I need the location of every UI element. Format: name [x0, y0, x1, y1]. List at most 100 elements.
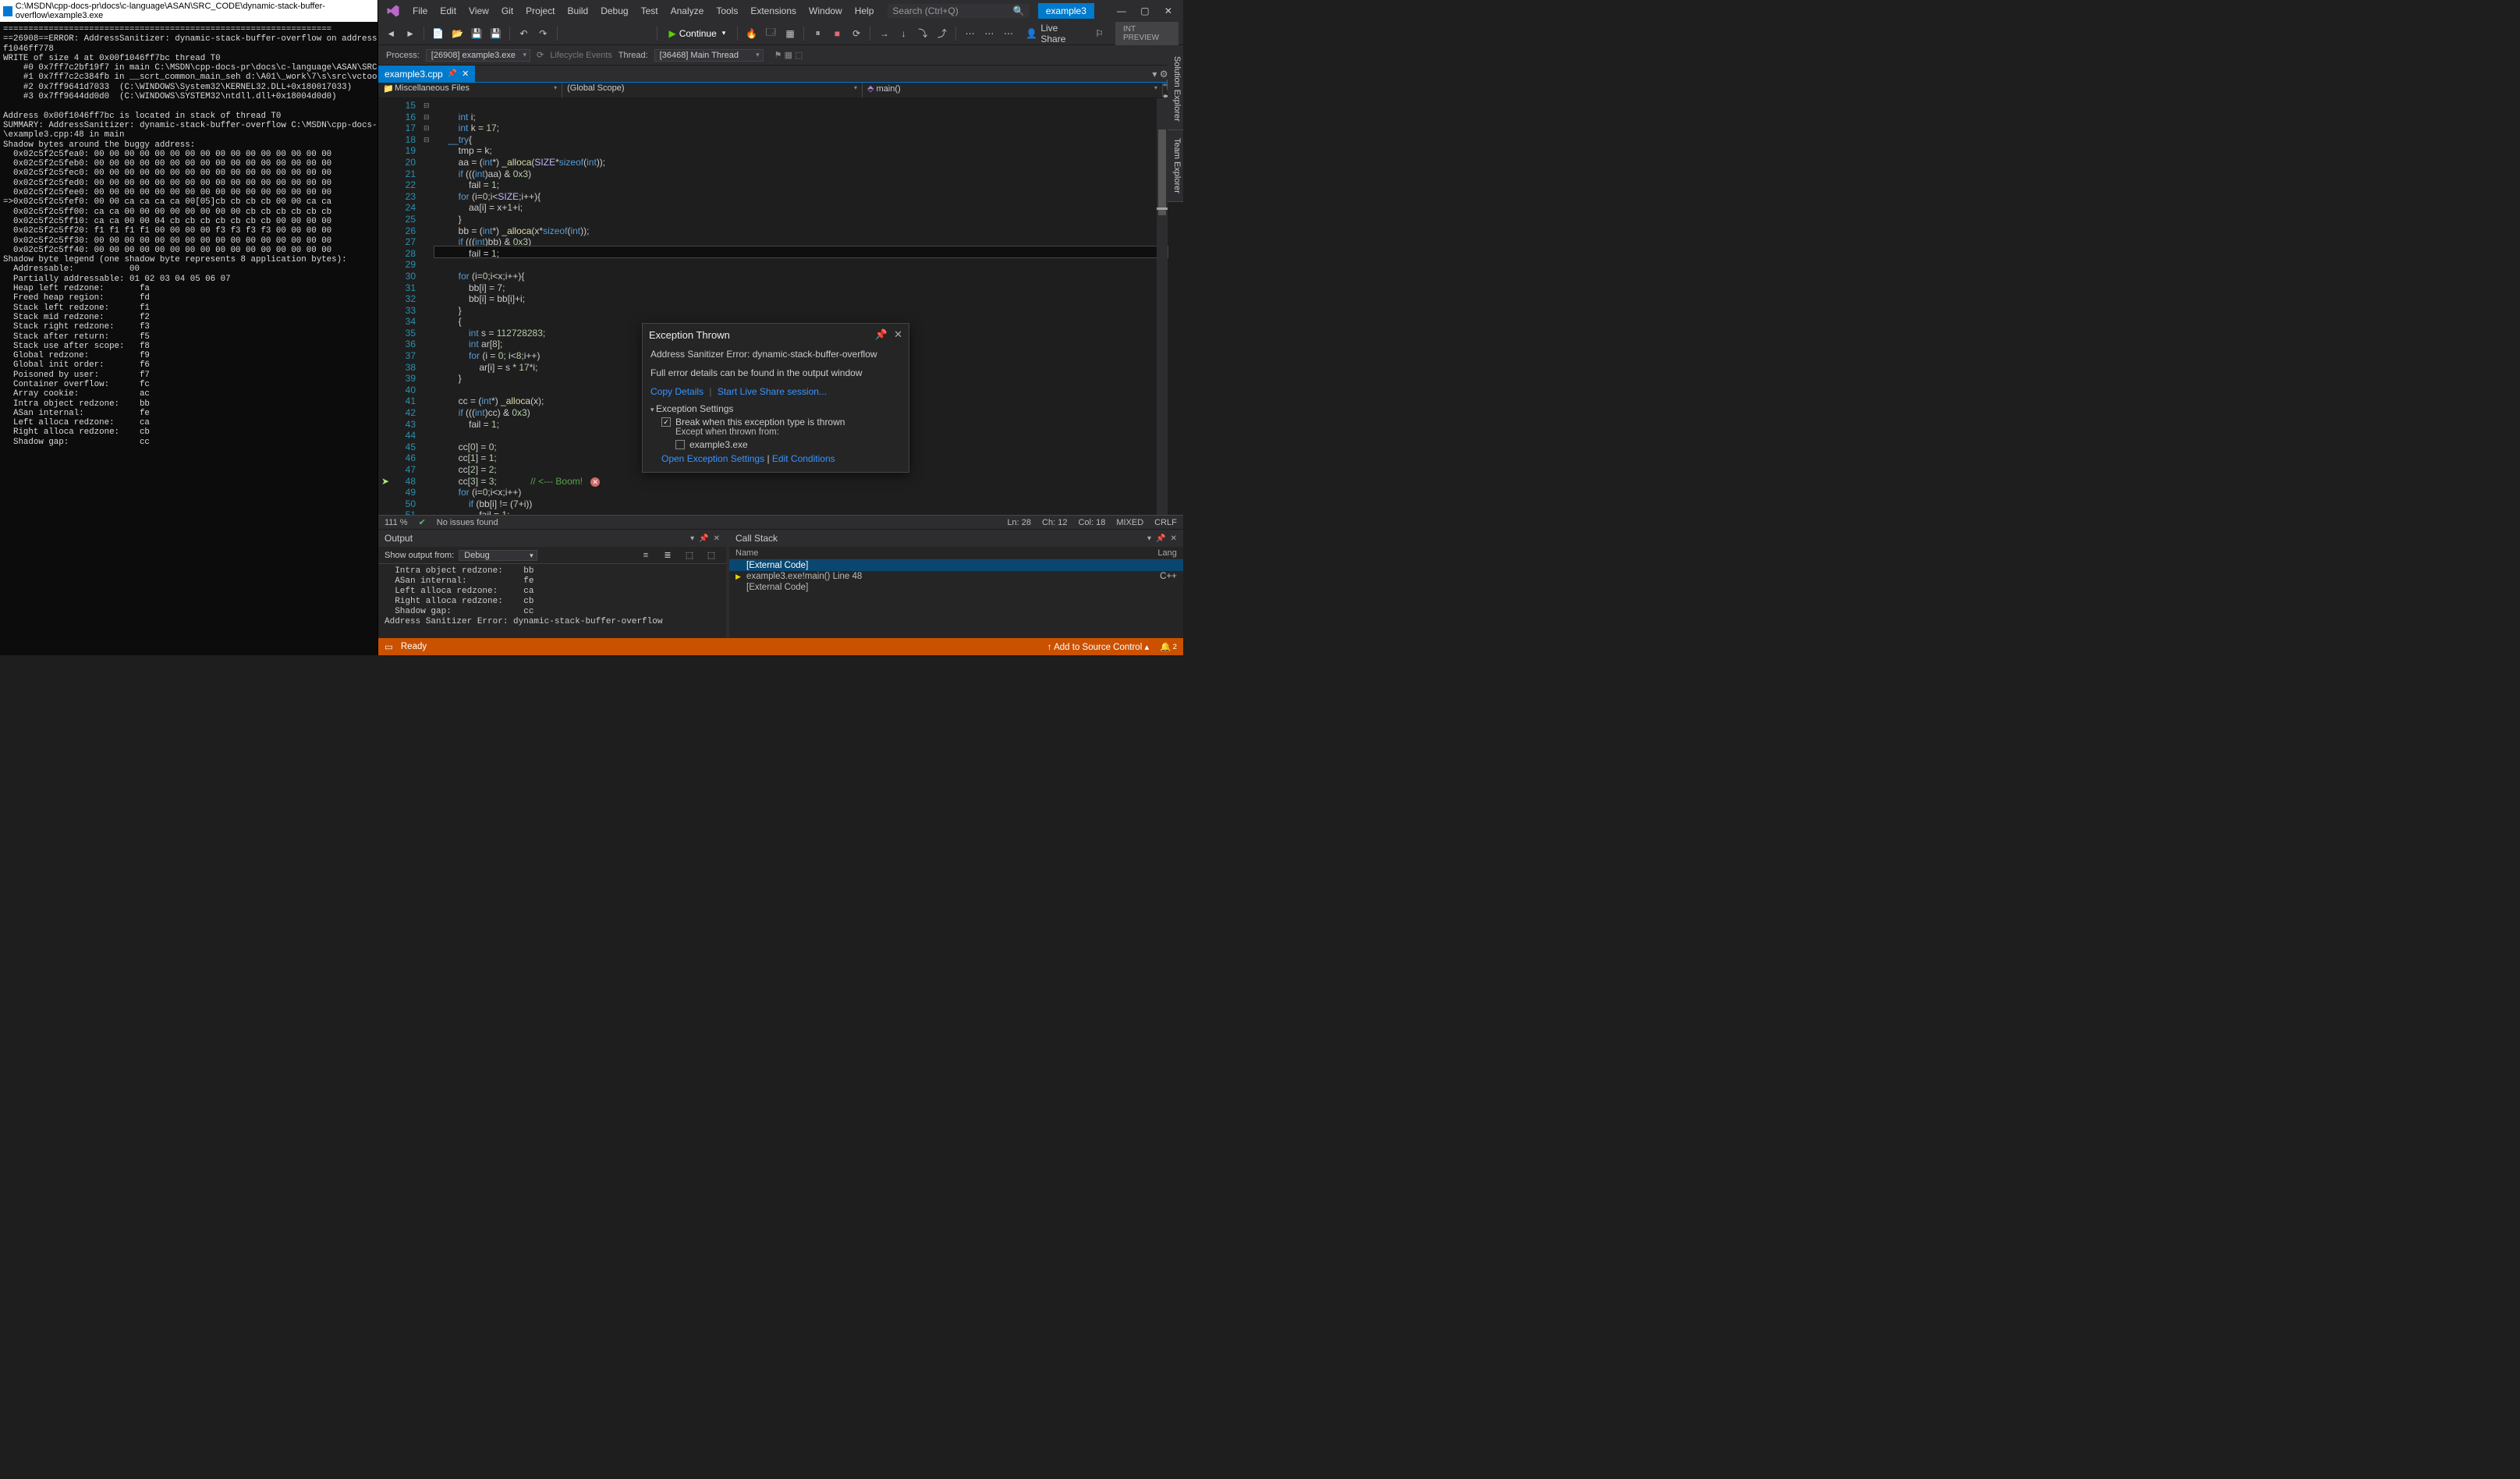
save-button[interactable]: 💾	[469, 25, 485, 42]
feedback-button[interactable]: ⚐	[1091, 25, 1108, 42]
callstack-row[interactable]: ▶example3.exe!main() Line 48C++	[729, 571, 1183, 582]
tab-example3-cpp[interactable]: example3.cpp 📌 ✕	[378, 66, 475, 82]
panel-pin-icon[interactable]: 📌	[699, 534, 708, 543]
open-exception-settings-link[interactable]: Open Exception Settings	[661, 453, 764, 464]
step-out-button[interactable]: ⤴	[934, 25, 951, 42]
panel-close-icon[interactable]: ✕	[714, 534, 720, 543]
menu-test[interactable]: Test	[635, 2, 665, 20]
close-popup-icon[interactable]: ✕	[894, 328, 902, 341]
menu-window[interactable]: Window	[803, 2, 849, 20]
module-checkbox[interactable]	[675, 440, 685, 449]
output-title: Output	[385, 533, 413, 544]
fold-gutter[interactable]: ⊟⊟⊟⊟	[424, 98, 434, 515]
menu-file[interactable]: File	[406, 2, 434, 20]
pin-popup-icon[interactable]: 📌	[875, 328, 888, 341]
callstack-body[interactable]: [External Code]▶example3.exe!main() Line…	[729, 560, 1183, 593]
menu-git[interactable]: Git	[495, 2, 519, 20]
project-scope-dropdown[interactable]: 📁Miscellaneous Files	[378, 83, 562, 98]
nav-back-button[interactable]: ◄	[383, 25, 399, 42]
output-tool-btn[interactable]: ⬚	[681, 547, 698, 564]
redo-button[interactable]: ↷	[535, 25, 551, 42]
panel-close-icon[interactable]: ✕	[1171, 534, 1177, 543]
toolbox-button[interactable]: 🗔	[763, 25, 779, 42]
break-when-checkbox[interactable]	[661, 417, 671, 427]
dbg-tool2-button[interactable]: ⋯	[981, 25, 998, 42]
menu-help[interactable]: Help	[849, 2, 881, 20]
lifecycle-events[interactable]: Lifecycle Events	[550, 51, 611, 60]
vertical-scrollbar[interactable]	[1157, 98, 1168, 515]
maximize-button[interactable]: ▢	[1133, 2, 1157, 20]
cursor-char: Ch: 12	[1042, 518, 1067, 527]
output-tool-btn[interactable]: ≡	[637, 547, 654, 564]
issues-text[interactable]: No issues found	[437, 518, 498, 527]
search-placeholder: Search (Ctrl+Q)	[892, 5, 958, 16]
notifications-button[interactable]: 🔔2	[1160, 641, 1177, 652]
team-explorer-tab[interactable]: Team Explorer	[1168, 130, 1183, 202]
new-project-button[interactable]: 📄	[430, 25, 446, 42]
restart-button[interactable]: ⟳	[849, 25, 865, 42]
zoom-level[interactable]: 111 %	[385, 518, 408, 527]
tool-button[interactable]: ▦	[782, 25, 799, 42]
hot-reload-button[interactable]: 🔥	[743, 25, 760, 42]
exception-hint: Full error details can be found in the o…	[650, 367, 901, 378]
line-ending[interactable]: CRLF	[1154, 518, 1177, 527]
undo-button[interactable]: ↶	[516, 25, 532, 42]
console-icon	[3, 6, 12, 16]
step-next-button[interactable]: →	[876, 25, 892, 42]
exception-message: Address Sanitizer Error: dynamic-stack-b…	[650, 349, 901, 360]
close-button[interactable]: ✕	[1157, 2, 1180, 20]
exception-settings-header[interactable]: Exception Settings	[650, 403, 901, 414]
debug-target-bar: Process: [26908] example3.exe ⟳ Lifecycl…	[378, 45, 1183, 66]
continue-button[interactable]: ▶ Continue ▾	[662, 27, 732, 41]
panel-dropdown-icon[interactable]: ▾	[1147, 534, 1151, 543]
edit-conditions-link[interactable]: Edit Conditions	[772, 453, 835, 464]
class-scope-dropdown[interactable]: (Global Scope)	[562, 83, 863, 98]
thread-dropdown[interactable]: [36468] Main Thread	[654, 49, 764, 62]
panel-pin-icon[interactable]: 📌	[1156, 534, 1165, 543]
col-lang[interactable]: Lang	[1157, 548, 1176, 558]
menu-project[interactable]: Project	[519, 2, 561, 20]
console-title-text: C:\MSDN\cpp-docs-pr\docs\c-language\ASAN…	[16, 2, 374, 20]
callstack-row[interactable]: [External Code]	[729, 582, 1183, 593]
dbg-tool-button[interactable]: ⋯	[962, 25, 978, 42]
add-to-source-control[interactable]: ↑ Add to Source Control ▴	[1047, 641, 1149, 652]
output-source-dropdown[interactable]: Debug	[459, 550, 537, 561]
tab-mode[interactable]: MIXED	[1116, 518, 1143, 527]
start-live-share-link[interactable]: Start Live Share session...	[718, 386, 827, 397]
live-share-button[interactable]: 👤 Live Share	[1019, 21, 1088, 46]
step-over-button[interactable]: ⤵	[915, 25, 931, 42]
code-editor[interactable]: 1516171819202122232425262728293031323334…	[378, 98, 1183, 515]
open-button[interactable]: 📂	[449, 25, 466, 42]
output-tool-btn[interactable]: ⬚	[703, 547, 720, 564]
nav-fwd-button[interactable]: ►	[402, 25, 419, 42]
break-all-button[interactable]: ⏸	[810, 25, 826, 42]
console-window: C:\MSDN\cpp-docs-pr\docs\c-language\ASAN…	[0, 0, 378, 655]
output-tool-btn[interactable]: ≣	[659, 547, 676, 564]
minimize-button[interactable]: —	[1110, 2, 1133, 20]
menu-build[interactable]: Build	[562, 2, 595, 20]
save-all-button[interactable]: 💾	[488, 25, 505, 42]
close-tab-icon[interactable]: ✕	[462, 69, 469, 79]
process-dropdown[interactable]: [26908] example3.exe	[426, 49, 530, 62]
callstack-row[interactable]: [External Code]	[729, 560, 1183, 571]
panel-dropdown-icon[interactable]: ▾	[690, 534, 694, 543]
pin-icon[interactable]: 📌	[448, 69, 457, 78]
menu-analyze[interactable]: Analyze	[665, 2, 711, 20]
menu-view[interactable]: View	[463, 2, 495, 20]
menu-debug[interactable]: Debug	[594, 2, 634, 20]
menu-extensions[interactable]: Extensions	[744, 2, 803, 20]
function-scope-dropdown[interactable]: ⬘ main()	[863, 83, 1163, 98]
dbg-tool3-button[interactable]: ⋯	[1001, 25, 1017, 42]
stop-button[interactable]: ■	[829, 25, 845, 42]
console-titlebar[interactable]: C:\MSDN\cpp-docs-pr\docs\c-language\ASAN…	[0, 0, 377, 22]
menu-tools[interactable]: Tools	[710, 2, 744, 20]
document-tabs: example3.cpp 📌 ✕ ▾ ⚙ ✕	[378, 66, 1183, 83]
output-body[interactable]: Intra object redzone: bb ASan internal: …	[378, 564, 726, 638]
menu-edit[interactable]: Edit	[434, 2, 463, 20]
copy-details-link[interactable]: Copy Details	[650, 386, 704, 397]
step-into-button[interactable]: ↓	[895, 25, 912, 42]
solution-explorer-tab[interactable]: Solution Explorer	[1168, 48, 1183, 130]
col-name[interactable]: Name	[735, 548, 758, 558]
exception-title: Exception Thrown	[649, 329, 730, 341]
quick-search[interactable]: Search (Ctrl+Q) 🔍	[888, 4, 1029, 18]
